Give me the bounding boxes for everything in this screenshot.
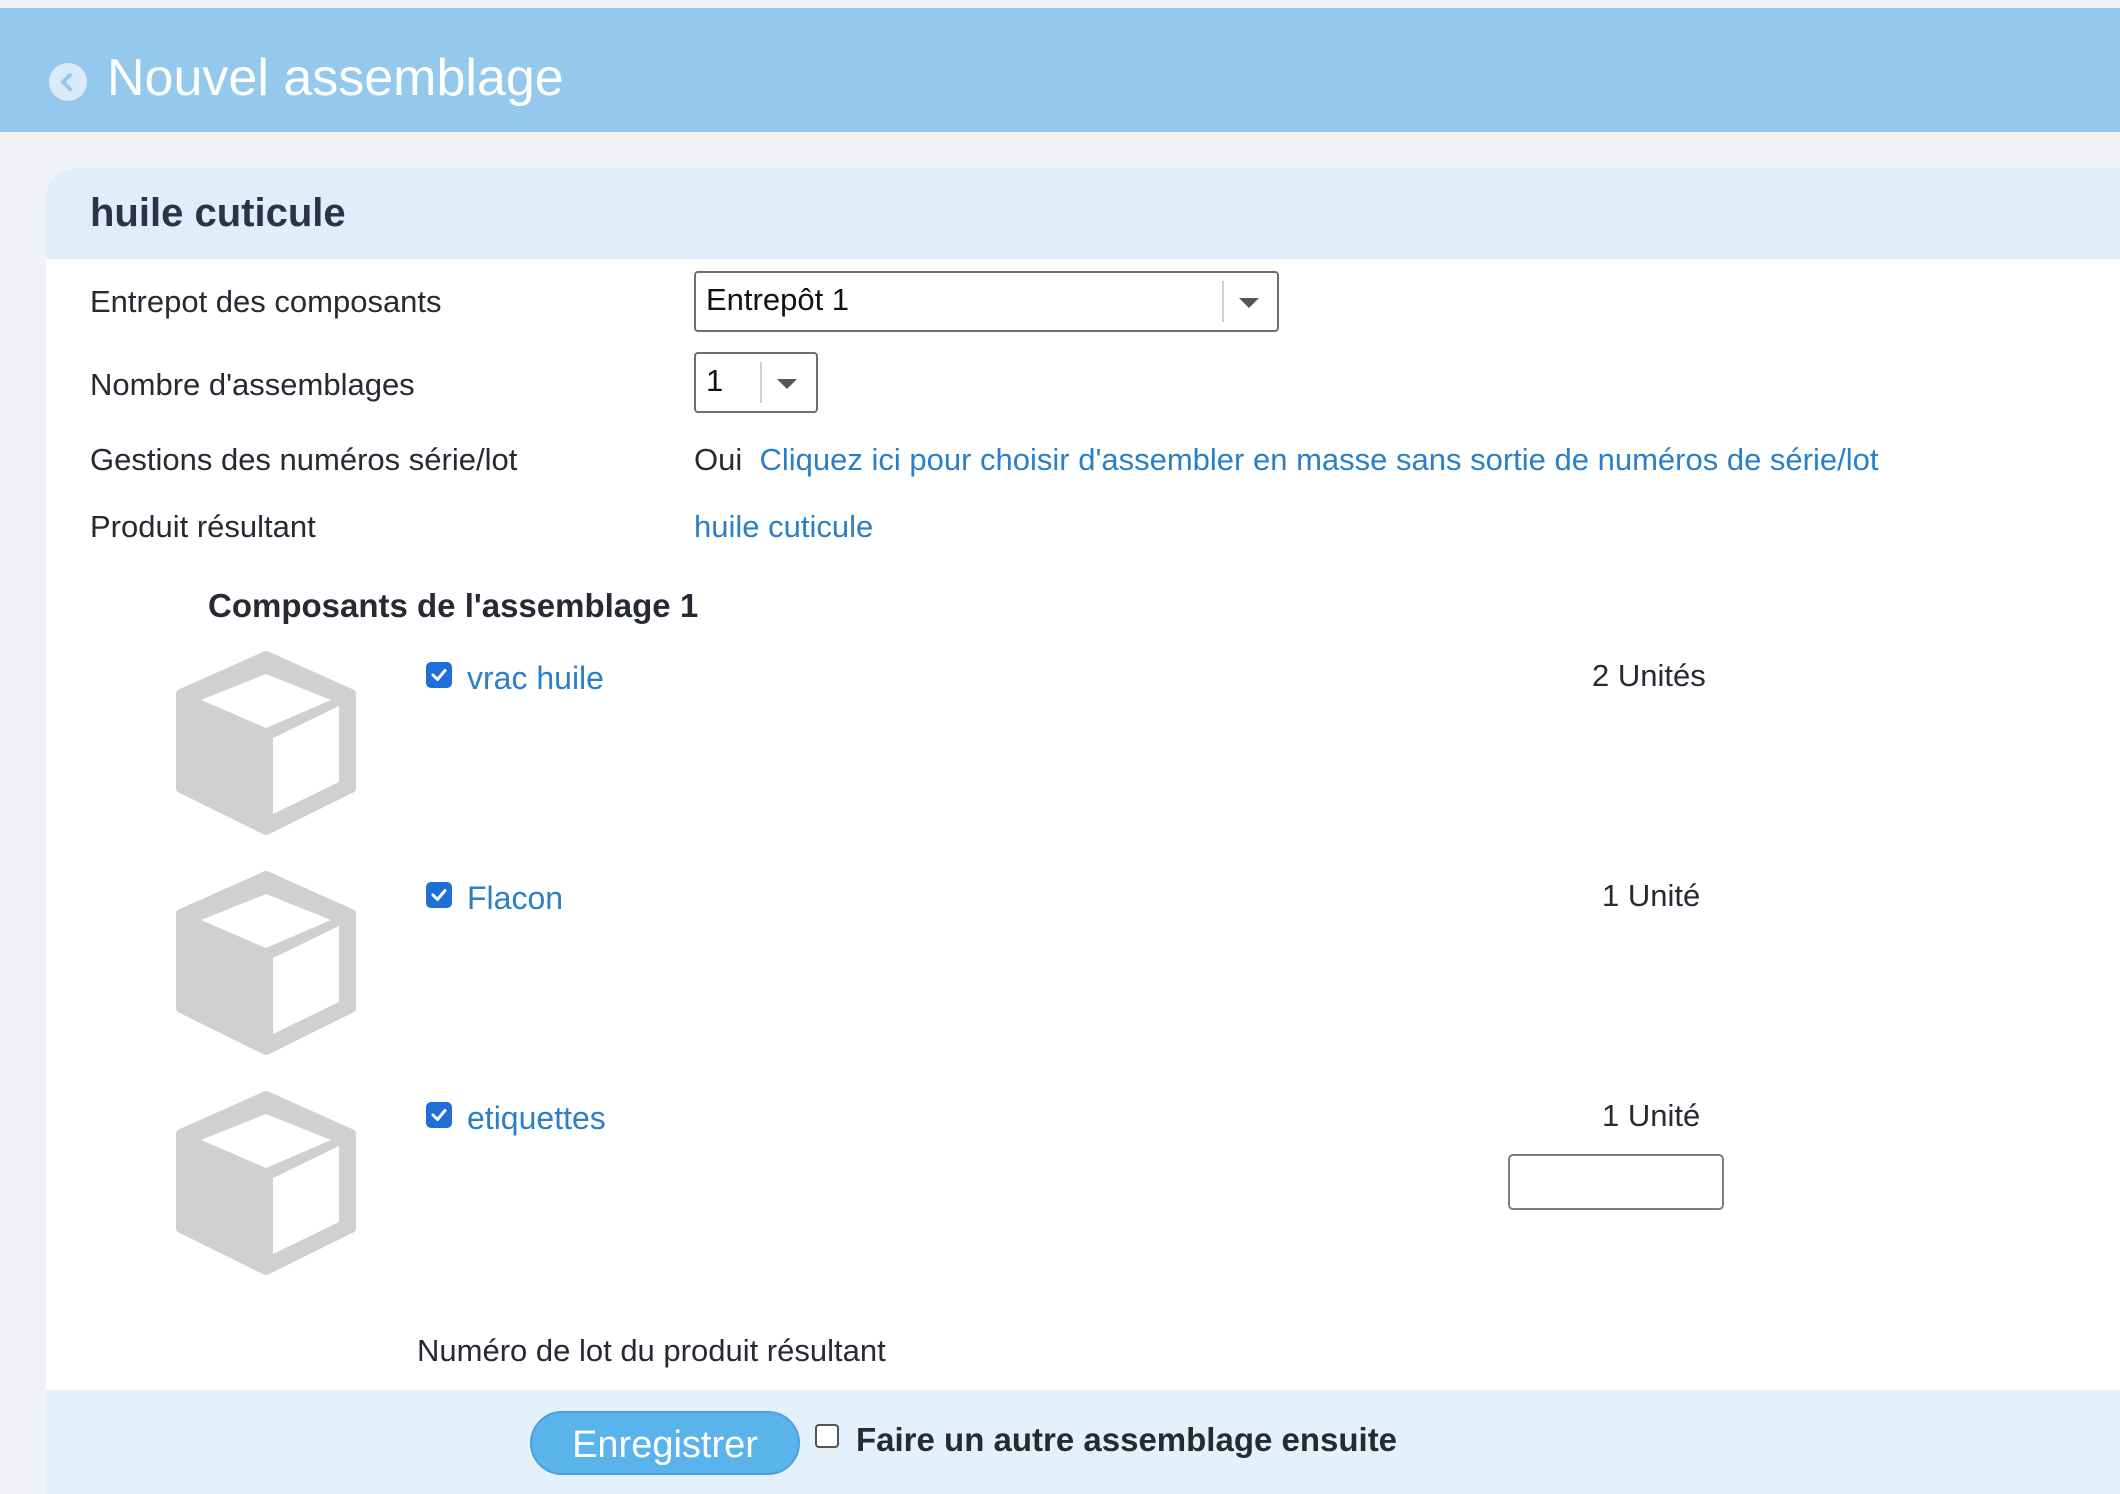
box-icon <box>176 871 356 1055</box>
box-icon <box>176 1091 356 1275</box>
chevron-left-icon[interactable] <box>49 63 87 101</box>
count-select-value: 1 <box>706 363 724 398</box>
footer-controls: Enregistrer Faire un autre assemblage en… <box>46 1390 2120 1494</box>
serial-mass-assembly-link[interactable]: Cliquez ici pour choisir d'assembler en … <box>759 442 1878 477</box>
component-checkbox[interactable] <box>426 1102 452 1128</box>
page-title: Nouvel assemblage <box>107 49 564 107</box>
component-name-link[interactable]: Flacon <box>467 878 563 918</box>
components-title: Composants de l'assemblage 1 <box>208 587 699 624</box>
select-divider <box>760 362 762 403</box>
serial-label: Gestions des numéros série/lot <box>90 442 518 477</box>
checkmark-icon <box>431 889 447 901</box>
chevron-down-icon <box>1239 298 1259 308</box>
card-title: huile cuticule <box>90 191 346 235</box>
select-divider <box>1222 281 1224 322</box>
component-name-link[interactable]: vrac huile <box>467 658 604 698</box>
component-row: vrac huile 2 Unités <box>46 648 2120 848</box>
warehouse-select[interactable]: Entrepôt 1 <box>694 271 1279 332</box>
component-quantity: 1 Unité <box>1602 878 1701 913</box>
assembly-card: huile cuticule Entrepot des composants E… <box>46 168 2120 1494</box>
card-header: huile cuticule <box>46 168 2120 259</box>
warehouse-select-value: Entrepôt 1 <box>706 282 850 317</box>
chevron-down-icon <box>777 379 797 389</box>
component-quantity: 2 Unités <box>1592 658 1706 693</box>
component-checkbox[interactable] <box>426 662 452 688</box>
component-row: etiquettes 1 Unité <box>46 1088 2120 1288</box>
serial-value-text: Oui <box>694 442 743 477</box>
component-checkbox[interactable] <box>426 882 452 908</box>
checkmark-icon <box>431 1109 447 1121</box>
warehouse-label: Entrepot des composants <box>90 284 442 319</box>
lot-number-input[interactable] <box>1508 1154 1724 1210</box>
count-select[interactable]: 1 <box>694 352 818 413</box>
result-product-label: Produit résultant <box>90 509 316 544</box>
save-button[interactable]: Enregistrer <box>530 1411 800 1475</box>
checkmark-icon <box>431 669 447 681</box>
component-name-link[interactable]: etiquettes <box>467 1098 606 1138</box>
count-label: Nombre d'assemblages <box>90 367 415 402</box>
another-assembly-label: Faire un autre assemblage ensuite <box>856 1421 1398 1458</box>
lot-number-label: Numéro de lot du produit résultant <box>417 1333 886 1368</box>
box-icon <box>176 651 356 835</box>
result-product-link[interactable]: huile cuticule <box>694 507 873 547</box>
serial-value: Oui Cliquez ici pour choisir d'assembler… <box>694 440 1878 480</box>
component-row: Flacon 1 Unité <box>46 868 2120 1068</box>
top-bar: Nouvel assemblage <box>0 8 2120 132</box>
another-assembly-checkbox[interactable] <box>815 1424 839 1448</box>
component-quantity: 1 Unité <box>1602 1098 1701 1133</box>
